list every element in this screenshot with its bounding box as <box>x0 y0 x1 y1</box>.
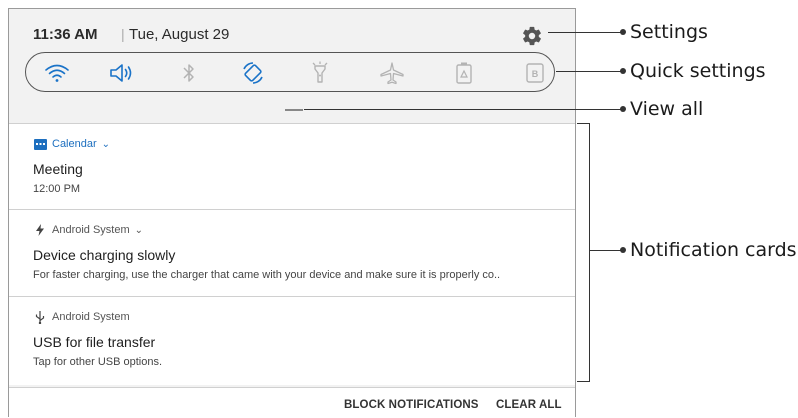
airplane-mode-icon <box>380 62 404 85</box>
bluetooth-icon <box>183 64 194 82</box>
quick-settings-callout-line <box>556 71 621 72</box>
bolt-icon <box>33 223 47 237</box>
notification-app-name: Android System <box>52 311 130 323</box>
view-all-callout-dot <box>620 106 626 112</box>
notification-text: For faster charging, use the charger tha… <box>33 269 501 281</box>
power-saving-toggle[interactable] <box>451 60 477 86</box>
notification-app-name: Android System <box>52 224 130 236</box>
view-all-callout-line <box>304 109 621 110</box>
notification-text: 12:00 PM <box>33 183 81 195</box>
calendar-icon <box>33 137 47 151</box>
notification-title: Device charging slowly <box>33 247 176 263</box>
notification-panel: 11:36 AM | Tue, August 29 B Calendar ⌄ M… <box>8 8 576 418</box>
notification-app-row: Android System ⌄ <box>33 223 143 237</box>
notification-cards-callout-line <box>590 250 621 251</box>
sound-icon <box>110 64 132 82</box>
clear-all-button[interactable]: CLEAR ALL <box>496 399 562 411</box>
wifi-icon <box>45 64 69 82</box>
flashlight-toggle[interactable] <box>307 60 333 86</box>
status-time: 11:36 AM <box>33 26 98 43</box>
block-notifications-button[interactable]: BLOCK NOTIFICATIONS <box>344 399 479 411</box>
flashlight-icon <box>312 61 328 83</box>
auto-rotate-icon <box>243 62 263 84</box>
notification-title: Meeting <box>33 161 83 177</box>
notification-cards-bracket <box>577 123 590 382</box>
status-bar: 11:36 AM | Tue, August 29 <box>9 9 575 49</box>
settings-callout-label: Settings <box>630 21 708 43</box>
auto-rotate-toggle[interactable] <box>240 60 266 86</box>
status-date: Tue, August 29 <box>129 26 230 43</box>
quick-settings-callout-dot <box>620 68 626 74</box>
notification-card-charging[interactable]: Android System ⌄ Device charging slowly … <box>9 209 575 296</box>
chevron-down-icon[interactable]: ⌄ <box>135 225 143 236</box>
power-saving-icon <box>456 62 472 84</box>
quick-settings-callout-label: Quick settings <box>630 60 766 82</box>
quick-settings-bar: B <box>25 52 555 92</box>
gear-icon <box>523 26 541 46</box>
settings-callout-line <box>548 32 621 33</box>
settings-button[interactable] <box>521 25 543 47</box>
chevron-down-icon[interactable]: ⌄ <box>102 139 110 150</box>
notification-app-row: Calendar ⌄ <box>33 137 110 151</box>
view-all-handle[interactable] <box>285 109 303 111</box>
sound-toggle[interactable] <box>108 60 134 86</box>
notification-card-usb[interactable]: Android System USB for file transfer Tap… <box>9 296 575 385</box>
usb-icon <box>33 310 47 324</box>
notification-app-name: Calendar <box>52 138 97 150</box>
airplane-mode-toggle[interactable] <box>379 60 405 86</box>
view-all-area <box>9 101 575 123</box>
notification-app-row: Android System <box>33 310 130 324</box>
bluetooth-toggle[interactable] <box>176 60 202 86</box>
notification-card-calendar[interactable]: Calendar ⌄ Meeting 12:00 PM <box>9 123 575 209</box>
notification-text: Tap for other USB options. <box>33 356 163 368</box>
notification-actions: BLOCK NOTIFICATIONS CLEAR ALL <box>9 387 575 418</box>
svg-text:B: B <box>532 69 539 79</box>
wifi-toggle[interactable] <box>44 60 70 86</box>
notification-cards-callout-label: Notification cards <box>630 239 797 261</box>
blue-light-filter-icon: B <box>526 63 544 83</box>
view-all-callout-label: View all <box>630 98 704 120</box>
notification-list: Calendar ⌄ Meeting 12:00 PM Android Syst… <box>9 123 575 385</box>
notification-title: USB for file transfer <box>33 334 156 350</box>
status-separator: | <box>121 26 125 42</box>
settings-callout-dot <box>620 29 626 35</box>
notification-cards-callout-dot <box>620 247 626 253</box>
blue-light-filter-toggle[interactable]: B <box>522 60 548 86</box>
